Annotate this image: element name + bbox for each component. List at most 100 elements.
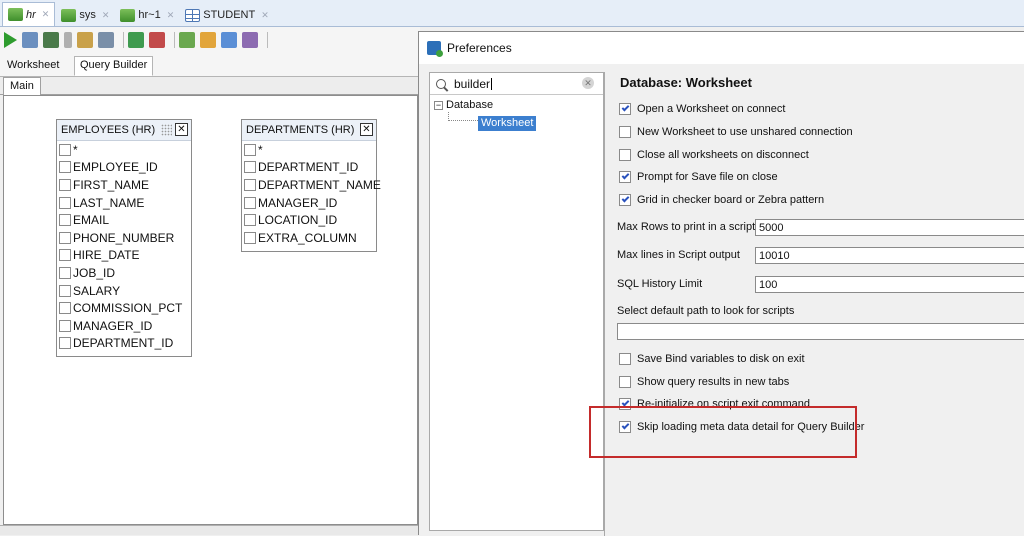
- column-row[interactable]: COMMISSION_PCT: [57, 299, 191, 317]
- option-new-worksheet-unshared[interactable]: New Worksheet to use unshared connection: [619, 126, 853, 138]
- column-row[interactable]: MANAGER_ID: [242, 194, 376, 212]
- explain-plan-icon[interactable]: [77, 32, 93, 48]
- table-header[interactable]: EMPLOYEES (HR) ✕: [57, 120, 191, 141]
- sql-tuning-icon[interactable]: [179, 32, 195, 48]
- column-row[interactable]: SALARY: [57, 282, 191, 300]
- max-lines-field[interactable]: [755, 247, 1024, 264]
- column-row[interactable]: *: [57, 141, 191, 159]
- employees-table[interactable]: EMPLOYEES (HR) ✕ * EMPLOYEE_ID FIRST_NAM…: [56, 119, 192, 357]
- option-close-worksheets-on-disconnect[interactable]: Close all worksheets on disconnect: [619, 149, 809, 161]
- column-checkbox[interactable]: [244, 196, 256, 209]
- search-icon: [436, 78, 446, 89]
- column-row[interactable]: EXTRA_COLUMN: [242, 229, 376, 247]
- column-checkbox[interactable]: [59, 178, 71, 191]
- column-row[interactable]: DEPARTMENT_ID: [242, 159, 376, 177]
- column-checkbox[interactable]: [59, 196, 71, 209]
- column-checkbox[interactable]: [59, 143, 71, 156]
- checkbox[interactable]: [619, 171, 631, 183]
- column-row[interactable]: HIRE_DATE: [57, 247, 191, 265]
- tree-item-label: Database: [446, 99, 494, 111]
- column-checkbox[interactable]: [59, 249, 71, 262]
- checkbox[interactable]: [619, 149, 631, 161]
- column-row[interactable]: DEPARTMENT_NAME: [242, 176, 381, 194]
- tab-worksheet[interactable]: Worksheet: [2, 57, 64, 77]
- column-checkbox[interactable]: [59, 302, 71, 315]
- checkbox[interactable]: [619, 126, 631, 138]
- checkbox[interactable]: [619, 353, 631, 365]
- option-save-bind-variables[interactable]: Save Bind variables to disk on exit: [619, 353, 805, 365]
- column-checkbox[interactable]: [244, 161, 256, 174]
- tree-item-database[interactable]: − Database: [434, 99, 493, 111]
- column-row[interactable]: JOB_ID: [57, 264, 191, 282]
- column-checkbox[interactable]: [244, 214, 256, 227]
- column-row[interactable]: DEPARTMENT_ID: [57, 335, 191, 353]
- default-path-field[interactable]: [617, 323, 1024, 340]
- close-icon[interactable]: ✕: [261, 10, 269, 21]
- resize-grip-icon[interactable]: [161, 124, 172, 136]
- run-script-icon[interactable]: [22, 32, 38, 48]
- max-rows-field[interactable]: [755, 219, 1024, 236]
- sql-history-limit-field[interactable]: [755, 276, 1024, 293]
- checkbox[interactable]: [619, 103, 631, 115]
- collapse-icon[interactable]: −: [434, 100, 443, 110]
- column-checkbox[interactable]: [59, 266, 71, 279]
- checkbox[interactable]: [619, 194, 631, 206]
- format-icon[interactable]: [242, 32, 258, 48]
- column-row[interactable]: FIRST_NAME: [57, 176, 191, 194]
- search-input[interactable]: builder: [454, 77, 490, 91]
- departments-table[interactable]: DEPARTMENTS (HR) ✕ * DEPARTMENT_ID DEPAR…: [241, 119, 381, 252]
- column-checkbox[interactable]: [59, 161, 71, 174]
- column-row[interactable]: EMPLOYEE_ID: [57, 159, 191, 177]
- column-row[interactable]: LOCATION_ID: [242, 211, 376, 229]
- dialog-title-bar[interactable]: Preferences: [419, 32, 1024, 64]
- option-label: Open a Worksheet on connect: [637, 103, 786, 115]
- commit-icon[interactable]: [43, 32, 59, 48]
- column-checkbox[interactable]: [59, 337, 71, 350]
- column-checkbox[interactable]: [59, 284, 71, 297]
- run-statement-icon[interactable]: [4, 32, 17, 48]
- close-icon[interactable]: ✕: [167, 10, 175, 21]
- tree-item-worksheet[interactable]: Worksheet: [478, 116, 537, 131]
- clear-search-icon[interactable]: ✕: [582, 77, 594, 89]
- sql-connection-icon: [8, 8, 23, 21]
- autotrace-icon[interactable]: [98, 32, 114, 48]
- column-checkbox[interactable]: [244, 143, 256, 156]
- table-title: EMPLOYEES (HR): [61, 124, 156, 136]
- close-icon[interactable]: ✕: [360, 123, 373, 136]
- option-show-results-new-tabs[interactable]: Show query results in new tabs: [619, 376, 789, 388]
- commit-transaction-icon[interactable]: [128, 32, 144, 48]
- column-row[interactable]: LAST_NAME: [57, 194, 191, 212]
- column-checkbox[interactable]: [59, 319, 71, 332]
- checkbox[interactable]: [619, 376, 631, 388]
- option-open-worksheet-on-connect[interactable]: Open a Worksheet on connect: [619, 103, 785, 115]
- tab-sys[interactable]: sys ✕: [56, 4, 114, 26]
- column-row[interactable]: MANAGER_ID: [57, 317, 191, 335]
- close-icon[interactable]: ✕: [42, 9, 50, 20]
- tab-student[interactable]: STUDENT ✕: [180, 4, 274, 26]
- tab-hr[interactable]: hr ✕: [2, 2, 56, 26]
- column-checkbox[interactable]: [59, 231, 71, 244]
- tab-main[interactable]: Main: [3, 77, 41, 95]
- option-grid-checker-board[interactable]: Grid in checker board or Zebra pattern: [619, 194, 824, 206]
- close-icon[interactable]: ✕: [175, 123, 188, 136]
- column-row[interactable]: EMAIL: [57, 211, 191, 229]
- query-builder-canvas[interactable]: EMPLOYEES (HR) ✕ * EMPLOYEE_ID FIRST_NAM…: [3, 95, 418, 525]
- clear-icon[interactable]: [200, 32, 216, 48]
- table-header[interactable]: DEPARTMENTS (HR) ✕: [242, 120, 376, 141]
- option-prompt-for-save[interactable]: Prompt for Save file on close: [619, 171, 778, 183]
- tab-hr-1[interactable]: hr~1 ✕: [115, 4, 179, 26]
- table-icon: [185, 8, 201, 22]
- column-checkbox[interactable]: [59, 214, 71, 227]
- search-box[interactable]: builder ✕: [430, 73, 603, 95]
- dropdown-icon[interactable]: [64, 32, 72, 48]
- column-checkbox[interactable]: [244, 231, 256, 244]
- rollback-icon[interactable]: [149, 32, 165, 48]
- column-label: PHONE_NUMBER: [73, 230, 175, 245]
- worksheet-tabs: Worksheet Query Builder: [0, 53, 420, 77]
- tab-query-builder[interactable]: Query Builder: [74, 56, 154, 76]
- close-icon[interactable]: ✕: [102, 10, 110, 21]
- column-row[interactable]: PHONE_NUMBER: [57, 229, 191, 247]
- column-row[interactable]: *: [242, 141, 376, 159]
- column-checkbox[interactable]: [244, 178, 256, 191]
- history-icon[interactable]: [221, 32, 237, 48]
